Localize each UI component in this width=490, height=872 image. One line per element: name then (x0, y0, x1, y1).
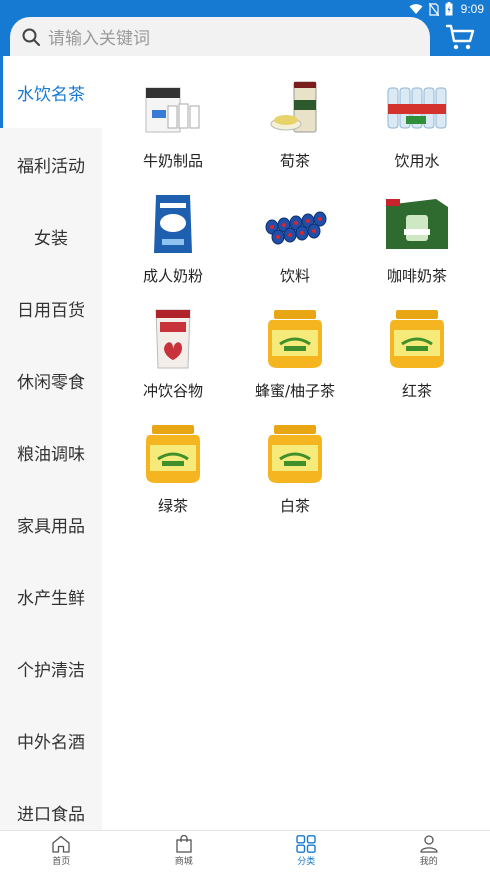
tab-mall[interactable]: 商城 (123, 831, 246, 872)
status-time: 9:09 (460, 2, 484, 16)
sidebar-item-personal-care[interactable]: 个护清洁 (0, 632, 102, 704)
product-name: 饮料 (279, 267, 310, 285)
cereal-bag-icon (155, 309, 191, 369)
category-grid-icon (296, 835, 316, 853)
user-icon (420, 835, 438, 853)
product-name: 牛奶制品 (142, 152, 203, 170)
honey-jar-icon (146, 425, 200, 483)
product-name: 白茶 (279, 497, 310, 515)
product-item[interactable]: 冲饮谷物 (112, 304, 234, 419)
product-item[interactable]: 成人奶粉 (112, 189, 234, 304)
product-item[interactable]: 红茶 (356, 304, 478, 419)
product-name: 红茶 (401, 382, 432, 400)
product-name: 咖啡奶茶 (386, 267, 447, 285)
honey-jar-icon (268, 310, 322, 368)
shopping-bag-icon (176, 835, 192, 853)
sidebar-item-imported-food[interactable]: 进口食品 (0, 776, 102, 830)
product-grid: 牛奶制品 荀茶 饮用水 成人奶粉 饮料 咖啡奶茶 冲饮谷物 蜂蜜/柚子茶 红茶 … (112, 74, 480, 534)
product-item[interactable]: 牛奶制品 (112, 74, 234, 189)
tab-label: 我的 (419, 857, 438, 867)
bottom-nav: 首页 商城 分类 我的 (0, 830, 490, 872)
sidebar-item-liquor[interactable]: 中外名酒 (0, 704, 102, 776)
product-item[interactable]: 白茶 (234, 419, 356, 534)
search-icon (22, 28, 40, 46)
product-name: 冲饮谷物 (142, 382, 203, 400)
search-placeholder: 请输入关键词 (48, 29, 150, 49)
cart-icon[interactable] (445, 22, 475, 52)
honey-jar-icon (390, 310, 444, 368)
status-bar: 9:09 (409, 1, 484, 17)
product-item[interactable]: 蜂蜜/柚子茶 (234, 304, 356, 419)
product-item[interactable]: 饮料 (234, 189, 356, 304)
sidebar-item-furniture[interactable]: 家具用品 (0, 488, 102, 560)
header-bar: 9:09 请输入关键词 (0, 0, 490, 56)
sidebar-item-daily-goods[interactable]: 日用百货 (0, 272, 102, 344)
sidebar-item-water-tea[interactable]: 水饮名茶 (0, 56, 102, 128)
product-item[interactable]: 荀茶 (234, 74, 356, 189)
product-item[interactable]: 绿茶 (112, 419, 234, 534)
wifi-icon (409, 4, 423, 14)
product-name: 蜂蜜/柚子茶 (254, 382, 336, 400)
product-name: 荀茶 (279, 152, 310, 170)
tab-mine[interactable]: 我的 (368, 831, 490, 872)
honey-jar-icon (268, 425, 322, 483)
tab-category[interactable]: 分类 (245, 831, 368, 872)
sidebar-item-womens-wear[interactable]: 女装 (0, 200, 102, 272)
sidebar-item-welfare[interactable]: 福利活动 (0, 128, 102, 200)
product-name: 成人奶粉 (142, 267, 203, 285)
no-sim-icon (428, 2, 439, 16)
sidebar-item-snacks[interactable]: 休闲零食 (0, 344, 102, 416)
coffee-box-icon (386, 199, 448, 249)
water-pack-icon (387, 87, 447, 129)
product-name: 饮用水 (394, 152, 440, 170)
product-name: 绿茶 (157, 497, 188, 515)
soda-cans-icon (265, 211, 327, 245)
sidebar-item-seafood[interactable]: 水产生鲜 (0, 560, 102, 632)
category-sidebar: 水饮名茶 福利活动 女装 日用百货 休闲零食 粮油调味 家具用品 水产生鲜 个护… (0, 56, 102, 830)
sidebar-item-grain-oil[interactable]: 粮油调味 (0, 416, 102, 488)
milk-powder-icon (154, 195, 192, 253)
milk-box-icon (145, 87, 200, 133)
product-item[interactable]: 咖啡奶茶 (356, 189, 478, 304)
tab-label: 商城 (174, 857, 193, 867)
product-item[interactable]: 饮用水 (356, 74, 478, 189)
tea-jar-icon (270, 81, 317, 133)
home-icon (52, 835, 70, 853)
battery-icon (445, 2, 453, 16)
tab-label: 分类 (297, 857, 316, 867)
tab-home[interactable]: 首页 (0, 831, 123, 872)
tab-label: 首页 (52, 857, 71, 867)
search-input[interactable]: 请输入关键词 (10, 17, 430, 56)
app-root: 9:09 请输入关键词 水饮名茶 福利活动 女装 日用百货 休闲零食 粮油调味 … (0, 0, 490, 872)
